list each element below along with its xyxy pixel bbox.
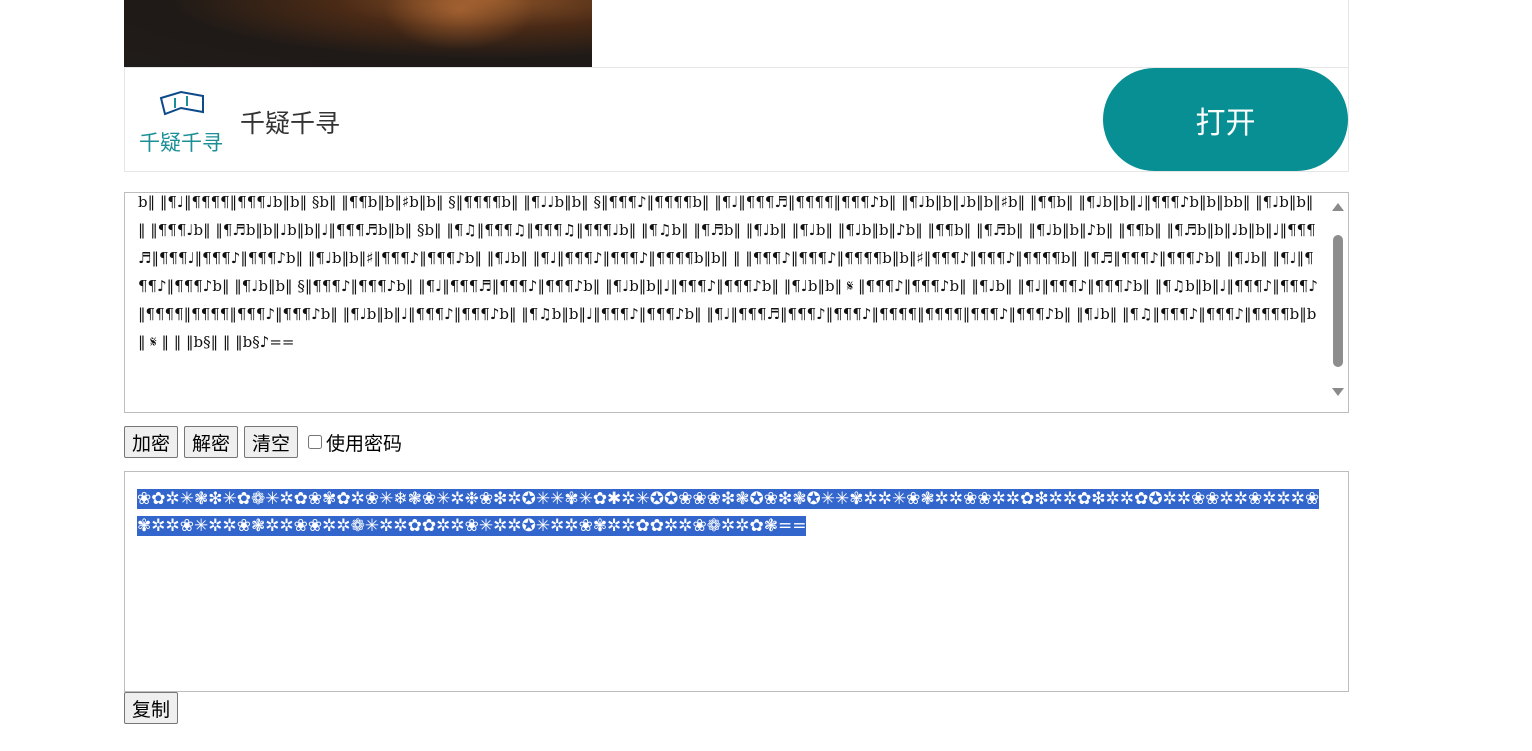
app-name: 千疑千寻 — [240, 109, 341, 138]
use-password-label: 使用密码 — [326, 432, 403, 455]
encoded-text: b‖ ‖¶♩‖¶¶¶¶‖¶¶¶♩b‖b‖ §b‖ ‖¶¶b‖b‖♯b‖b‖ §‖… — [138, 193, 1319, 351]
encrypt-button[interactable]: 加密 — [124, 426, 179, 458]
output-textarea[interactable]: ❀✿✲✳❃❇✳✿❁✳✲✿❀✾✿✲❀✳❄❃❀✳✲❉❀❇✲✪✳✳✾✳✿✱✲✳✪✪❀❀… — [124, 471, 1349, 692]
encoded-textarea[interactable]: b‖ ‖¶♩‖¶¶¶¶‖¶¶¶♩b‖b‖ §b‖ ‖¶¶b‖b‖♯b‖b‖ §‖… — [124, 192, 1349, 413]
app-logo: 千疑千寻 — [137, 84, 227, 156]
clear-button[interactable]: 清空 — [244, 426, 299, 458]
decrypt-button[interactable]: 解密 — [184, 426, 239, 458]
action-controls: 加密 解密 清空 使用密码 — [124, 426, 402, 458]
use-password-checkbox[interactable] — [308, 435, 323, 449]
output-text-selection: ❀✿✲✳❃❇✳✿❁✳✲✿❀✾✿✲❀✳❄❃❀✳✲❉❀❇✲✪✳✳✾✳✿✱✲✳✪✪❀❀… — [137, 486, 1327, 540]
ad-card-frame — [124, 0, 1349, 67]
open-app-button[interactable]: 打开 — [1103, 68, 1348, 171]
output-text: ❀✿✲✳❃❇✳✿❁✳✲✿❀✾✿✲❀✳❄❃❀✳✲❉❀❇✲✪✳✳✾✳✿✱✲✳✪✪❀❀… — [137, 489, 1320, 536]
scroll-thumb[interactable] — [1333, 235, 1343, 367]
ad-app-bar[interactable]: 千疑千寻 千疑千寻 打开 — [124, 67, 1349, 172]
scroll-down-arrow-icon[interactable] — [1332, 388, 1344, 396]
copy-button[interactable]: 复制 — [124, 692, 179, 724]
use-password-option[interactable]: 使用密码 — [308, 429, 402, 456]
logo-text: 千疑千寻 — [139, 131, 223, 155]
scroll-up-arrow-icon[interactable] — [1332, 203, 1344, 211]
message-flag-icon: 千疑千寻 — [139, 90, 223, 155]
textarea-scrollbar[interactable] — [1328, 193, 1348, 412]
